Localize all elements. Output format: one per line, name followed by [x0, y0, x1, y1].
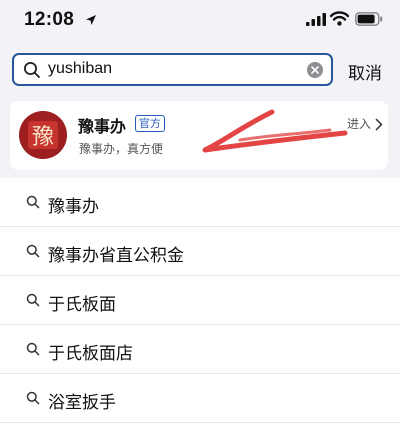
- signal-icon: [306, 13, 326, 26]
- search-query: yushiban: [48, 60, 113, 77]
- suggestion-label: 浴室扳手: [48, 393, 116, 413]
- chevron-right-icon[interactable]: [375, 118, 383, 131]
- suggestion-list: 豫事办 豫事办省直公积金 于氏板面 于氏板面店 浴室扳手: [0, 178, 400, 423]
- suggestion-item[interactable]: 于氏板面店: [0, 325, 400, 374]
- search-icon: [26, 391, 40, 405]
- official-slogan: 豫事办，真方便: [79, 142, 164, 156]
- search-input[interactable]: yushiban: [12, 53, 333, 86]
- suggestion-item[interactable]: 于氏板面: [0, 276, 400, 325]
- logo-glyph: 豫: [32, 125, 54, 150]
- suggestion-item[interactable]: 豫事办: [0, 178, 400, 227]
- status-time: 12:08: [24, 9, 75, 30]
- suggestion-label: 豫事办: [48, 197, 99, 217]
- official-badge: 官方: [135, 115, 165, 132]
- suggestion-item[interactable]: 豫事办省直公积金: [0, 227, 400, 276]
- search-icon: [26, 195, 40, 209]
- status-bar: 12:08: [0, 0, 400, 40]
- clear-icon[interactable]: [307, 62, 323, 78]
- official-name: 豫事办: [78, 117, 127, 136]
- search-icon: [26, 293, 40, 307]
- suggestion-item[interactable]: 浴室扳手: [0, 374, 400, 423]
- battery-icon: [355, 12, 383, 26]
- app-logo: 豫: [19, 111, 67, 159]
- suggestion-label: 豫事办省直公积金: [48, 246, 184, 266]
- suggestion-label: 于氏板面: [48, 295, 116, 315]
- official-result-card[interactable]: 豫 豫事办 官方 豫事办，真方便 进入: [10, 101, 388, 170]
- wifi-icon: [330, 11, 349, 26]
- search-icon: [26, 244, 40, 258]
- location-arrow-icon: [86, 15, 96, 25]
- enter-link[interactable]: 进入: [347, 115, 371, 132]
- search-icon: [24, 62, 40, 78]
- search-bar: yushiban 取消: [0, 40, 400, 98]
- suggestion-label: 于氏板面店: [48, 344, 133, 364]
- cancel-button[interactable]: 取消: [348, 59, 382, 84]
- search-icon: [26, 342, 40, 356]
